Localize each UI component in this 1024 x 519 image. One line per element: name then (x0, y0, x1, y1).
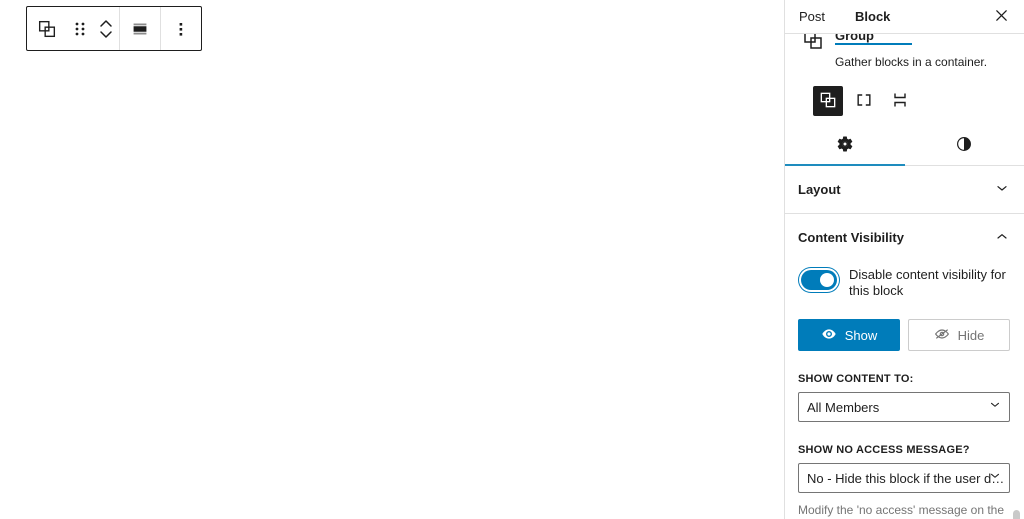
disable-content-visibility-label: Disable content visibility for this bloc… (849, 267, 1006, 298)
content-visibility-body: Disable content visibility for this bloc… (785, 261, 1024, 519)
drag-handle-button[interactable] (67, 7, 93, 50)
show-content-to-field: SHOW CONTENT TO: All Members (798, 373, 1010, 422)
show-no-access-message-help: Modify the 'no access' message on the Me… (798, 503, 1005, 517)
show-hide-button-group: Show Hide (798, 319, 1010, 351)
toggle-knob (820, 273, 834, 287)
eye-icon (821, 326, 837, 345)
variation-group-button[interactable] (813, 86, 843, 116)
gear-icon (836, 135, 854, 156)
disable-visibility-row: Disable content visibility for this bloc… (798, 261, 1010, 299)
close-settings-button[interactable] (988, 4, 1014, 30)
section-content-visibility-header[interactable]: Content Visibility (785, 214, 1024, 261)
move-up-down-icon (98, 17, 114, 41)
block-card: Group Gather blocks in a container. (785, 34, 1024, 70)
move-up-down-button[interactable] (93, 7, 119, 50)
contrast-icon (955, 135, 973, 156)
group-variation-icon (818, 90, 838, 113)
sidebar-body: Group Gather blocks in a container. Layo… (785, 33, 1024, 519)
show-content-to-select[interactable]: All Members (798, 392, 1010, 422)
show-no-access-message-field: SHOW NO ACCESS MESSAGE? No - Hide this b… (798, 444, 1010, 519)
tab-block[interactable]: Block (855, 10, 890, 23)
show-no-access-message-value: No - Hide this block if the user d… (807, 470, 1005, 486)
hide-button[interactable]: Hide (908, 319, 1010, 351)
group-block-icon (36, 18, 58, 40)
eye-slash-icon (934, 326, 950, 345)
tab-styles[interactable] (905, 126, 1024, 166)
block-settings-sidebar: Post Block Group Gather blocks in a cont… (784, 0, 1024, 519)
align-button[interactable] (120, 7, 160, 50)
chevron-down-icon (994, 180, 1010, 199)
variation-row-button[interactable] (849, 86, 879, 116)
row-variation-icon (854, 90, 874, 113)
disable-content-visibility-toggle[interactable] (801, 270, 837, 290)
block-variations (813, 86, 1024, 116)
close-icon (994, 8, 1009, 26)
show-content-to-label: SHOW CONTENT TO: (798, 373, 914, 385)
tab-settings[interactable] (785, 126, 905, 166)
stack-variation-icon (890, 90, 910, 113)
sidebar-scroll-content: Group Gather blocks in a container. Layo… (785, 34, 1024, 519)
section-layout-title: Layout (798, 182, 841, 197)
sidebar-scrollbar[interactable] (1010, 68, 1023, 519)
block-type-group-button[interactable] (27, 7, 67, 50)
section-layout-header[interactable]: Layout (785, 166, 1024, 213)
ellipsis-vertical-icon (172, 18, 190, 40)
tab-post[interactable]: Post (799, 10, 825, 23)
show-no-access-message-select[interactable]: No - Hide this block if the user d… (798, 463, 1010, 493)
group-block-icon (801, 34, 825, 52)
show-no-access-message-label: SHOW NO ACCESS MESSAGE? (798, 444, 970, 456)
sidebar-scrollbar-thumb[interactable] (1013, 510, 1020, 519)
editor-root: Post Block Group Gather blocks in a cont… (0, 0, 1024, 519)
show-content-to-value: All Members (807, 399, 880, 415)
block-toolbar (26, 6, 202, 51)
section-content-visibility: Content Visibility Disable content visib… (785, 214, 1024, 519)
align-icon (129, 18, 151, 40)
editor-canvas[interactable] (0, 0, 784, 519)
section-layout: Layout (785, 166, 1024, 214)
show-button-label: Show (844, 327, 878, 343)
chevron-up-icon (994, 228, 1010, 247)
sidebar-header: Post Block (785, 0, 1024, 33)
options-button[interactable] (161, 7, 201, 50)
toolbar-group-options (161, 7, 201, 50)
block-card-title: Group (835, 34, 912, 46)
panel-tabs (785, 126, 1024, 166)
variation-stack-button[interactable] (885, 86, 915, 116)
block-card-description: Gather blocks in a container. (835, 55, 988, 69)
section-content-visibility-title: Content Visibility (798, 230, 904, 245)
show-button[interactable]: Show (798, 319, 900, 351)
hide-button-label: Hide (957, 327, 985, 343)
drag-handle-icon (73, 19, 87, 39)
toolbar-group-align (120, 7, 161, 50)
toolbar-group-primary (27, 7, 120, 50)
